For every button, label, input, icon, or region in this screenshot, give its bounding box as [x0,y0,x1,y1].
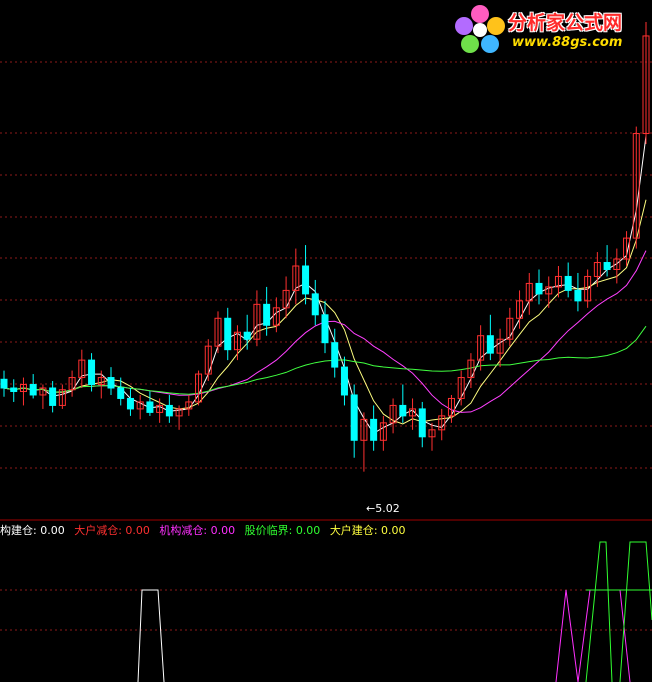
moving-averages [3,135,647,434]
candle-body [49,387,57,406]
legend-value: 0.00 [210,524,236,537]
indicator-magenta-line [577,589,631,682]
candle-body [340,366,348,396]
candlesticks [0,22,650,472]
candle-body [311,293,319,316]
candle-body [0,378,8,389]
candle-body [107,377,115,389]
legend-item: 构建仓: 0.00 [0,524,65,537]
flower-logo-icon [455,5,505,53]
candle-body [418,408,426,438]
candle-body [486,335,494,354]
candle-body [29,384,37,396]
candle-body [302,265,310,295]
legend-name: 股价临界 [244,524,289,537]
logo-url: www.88gs.com [512,35,623,50]
indicator-panel [137,541,652,682]
chart-canvas [0,22,652,682]
low-price-value: 5.02 [375,502,400,515]
site-logo: 分析家公式网 www.88gs.com [452,2,650,54]
candle-body [117,387,125,399]
candle-body [370,418,378,441]
candle-body [535,282,543,295]
candle-body [243,331,251,340]
legend-item: 机构减仓: 0.00 [159,524,236,537]
candle-body [331,342,339,368]
legend-name: 构建仓 [0,524,33,537]
candle-body [263,303,271,326]
low-price-label: ←5.02 [366,502,400,515]
indicator-green-line [585,541,613,682]
candle-body [350,394,358,441]
candle-body [224,317,232,351]
candle-body [321,314,329,344]
legend-value: 0.00 [295,524,321,537]
indicator-legend: 构建仓: 0.00 大户减仓: 0.00 机构减仓: 0.00 股价临界: 0.… [0,523,412,539]
legend-item: 大户建仓: 0.00 [329,524,406,537]
ma-line [3,135,647,434]
indicator-white-line [137,589,165,682]
indicator-green-line [619,541,652,682]
candle-body [564,275,572,291]
legend-name: 大户建仓 [329,524,374,537]
legend-name: 大户减仓 [74,524,119,537]
legend-value: 0.00 [40,524,65,537]
candle-body [399,404,407,417]
candle-body [10,387,18,392]
legend-item: 股价临界: 0.00 [244,524,321,537]
candle-body [165,404,173,417]
legend-item: 大户减仓: 0.00 [74,524,150,537]
candle-body [88,359,96,386]
candle-body [574,289,582,302]
candle-body [603,262,611,270]
legend-value: 0.00 [381,524,406,537]
legend-name: 机构减仓 [159,524,204,537]
indicator-magenta-line [555,589,579,682]
legend-value: 0.00 [125,524,150,537]
candle-body [146,401,154,413]
candle-body [126,397,134,410]
logo-title: 分析家公式网 [508,12,623,34]
